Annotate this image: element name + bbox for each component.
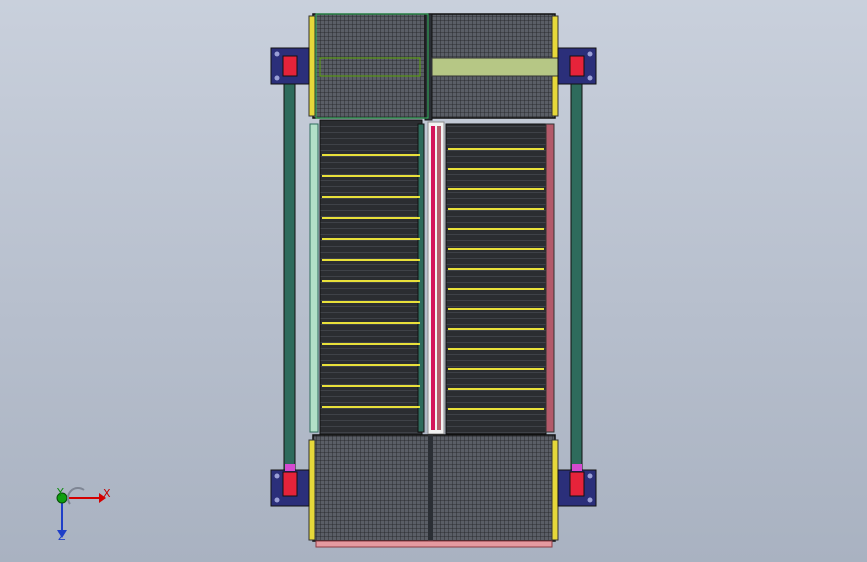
right-belt-slat [448,348,544,350]
left-belt-slat [322,406,420,408]
right-frame-rail [570,79,583,476]
axis-z-label: Z [58,530,66,543]
right-belt-slat [448,388,544,390]
left-belt-slat [322,175,420,177]
right-belt-slat [448,288,544,290]
right-belt-slat [448,248,544,250]
right-belt-slat [448,408,544,410]
conveyor-model[interactable] [0,0,867,562]
right-belt-slat [448,168,544,170]
bracket-bottom-left [270,464,310,507]
left-belt-slat [322,301,420,303]
left-belt-column [309,119,425,436]
top-crossbar [431,57,565,77]
left-belt-slat [322,259,420,261]
right-belt-slat [448,328,544,330]
right-belt-slat [448,228,544,230]
left-frame-rail [283,79,296,476]
left-belt-slat [322,280,420,282]
bracket-top-right [557,47,597,85]
left-belt-slat [322,217,420,219]
left-belt-slat [322,364,420,366]
left-belt-slat [322,154,420,156]
left-belt-slat [322,322,420,324]
cad-viewport[interactable]: X Y Z [0,0,867,562]
left-belt-slat [322,238,420,240]
right-belt-slat [448,188,544,190]
right-belt-slat [448,148,544,150]
bracket-top-left [270,47,310,85]
left-belt-slat [322,385,420,387]
right-belt-slat [448,208,544,210]
right-belt-slat [448,368,544,370]
right-belt-slat [448,308,544,310]
bottom-drive-section [308,434,559,548]
bracket-bottom-right [557,464,597,507]
axis-y-label: Y [57,486,64,499]
left-belt-slat [322,343,420,345]
axis-x-label: X [103,487,111,500]
left-belt-slat [322,196,420,198]
right-belt-slat [448,268,544,270]
top-drive-section [308,13,565,121]
